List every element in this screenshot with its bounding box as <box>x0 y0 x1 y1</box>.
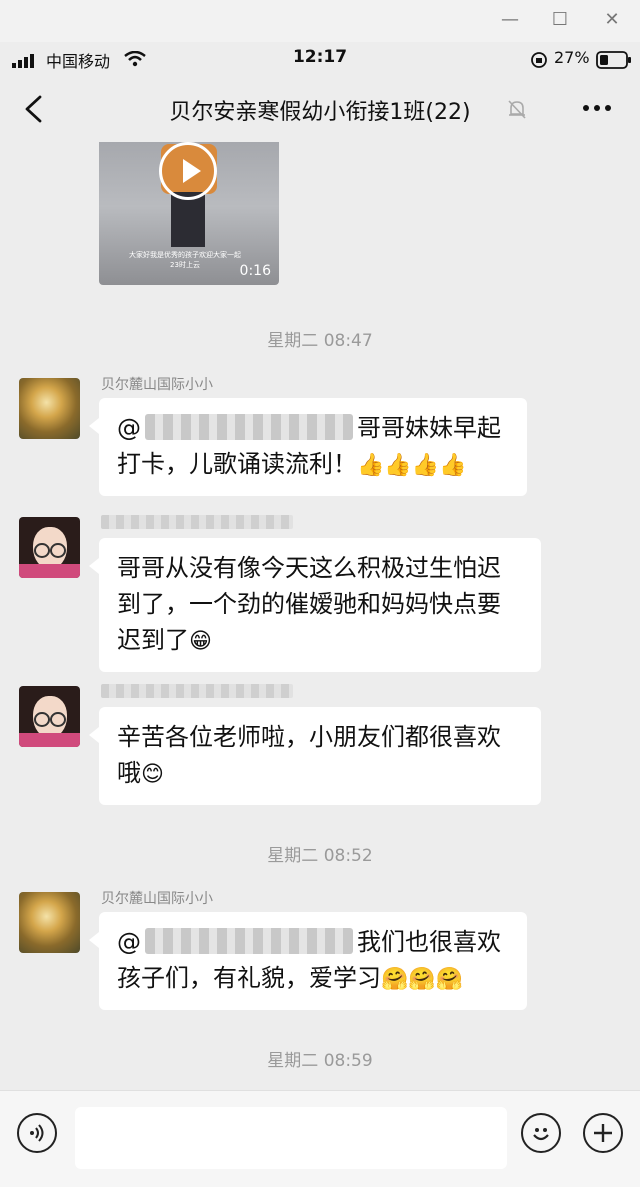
message-input[interactable] <box>75 1107 507 1169</box>
redacted-mention <box>145 928 353 954</box>
voice-icon <box>30 1124 44 1142</box>
maximize-button[interactable]: ☐ <box>546 8 574 32</box>
message-text: 孩子们，有礼貌，爱学习 <box>117 964 381 992</box>
message-text: 辛苦各位老师啦，小朋友们都很喜欢 <box>117 723 501 751</box>
message-text: 迟到了 <box>117 626 189 654</box>
hug-emoji-icon: 🤗🤗🤗 <box>381 967 464 992</box>
avatar[interactable] <box>19 686 80 747</box>
message-text: 到了，一个劲的催嫒驰和妈妈快点要 <box>117 590 501 618</box>
timestamp: 星期二 08:52 <box>267 846 373 866</box>
video-frame-figure-legs <box>171 192 205 247</box>
message-bubble[interactable]: @ 我们也很喜欢 孩子们，有礼貌，爱学习🤗🤗🤗 <box>89 912 527 1010</box>
play-icon[interactable] <box>159 142 217 200</box>
emoji-icon <box>533 1128 549 1141</box>
plus-icon <box>594 1124 612 1142</box>
bell-off-icon <box>508 100 526 119</box>
smile-emoji-icon: 😊 <box>141 762 164 787</box>
message-input-bar <box>0 1090 640 1187</box>
group-title: 贝尔安亲寒假幼小衔接1班(22) <box>169 100 471 125</box>
video-message[interactable]: 大家好我是优秀的孩子欢迎大家一起 23时上云 0:16 <box>99 142 279 285</box>
message-text: 哦 <box>117 759 141 787</box>
more-icon[interactable] <box>582 104 612 112</box>
timestamp: 星期二 08:59 <box>267 1051 373 1071</box>
thumbs-up-emoji-icon: 👍👍👍👍 <box>357 453 467 478</box>
grin-emoji-icon: 😁 <box>189 629 212 654</box>
timestamp: 星期二 08:47 <box>267 331 373 351</box>
message-text: 打卡，儿歌诵读流利！ <box>117 450 357 478</box>
redacted-mention <box>145 414 353 440</box>
back-chevron-icon[interactable] <box>22 95 44 123</box>
mention-prefix: @ <box>117 928 141 956</box>
minimize-button[interactable]: — <box>496 8 524 32</box>
message-bubble[interactable]: @ 哥哥妹妹早起 打卡，儿歌诵读流利！👍👍👍👍 <box>89 398 527 496</box>
video-duration: 0:16 <box>239 263 271 279</box>
chat-message-list[interactable]: 大家好我是优秀的孩子欢迎大家一起 23时上云 0:16 星期二 08:47 贝尔… <box>0 142 640 1090</box>
redacted-sender-name <box>101 684 293 698</box>
redacted-sender-name <box>101 515 293 529</box>
voice-input-button[interactable] <box>17 1113 57 1153</box>
video-caption: 大家好我是优秀的孩子欢迎大家一起 23时上云 <box>129 251 241 269</box>
status-bar: 中国移动 12:17 27% <box>0 42 640 76</box>
sender-name: 贝尔麓山国际小小 <box>101 377 213 393</box>
window-title-bar: — ☐ ✕ <box>0 0 640 42</box>
chat-header: 贝尔安亲寒假幼小衔接1班(22) <box>0 76 640 142</box>
battery-percent: 27% <box>554 48 590 67</box>
message-text: 哥哥妹妹早起 <box>357 414 501 442</box>
message-text: 我们也很喜欢 <box>357 928 501 956</box>
battery-icon <box>596 51 631 69</box>
orientation-lock-icon <box>531 52 547 68</box>
sender-name: 贝尔麓山国际小小 <box>101 891 213 907</box>
avatar[interactable] <box>19 517 80 578</box>
more-functions-button[interactable] <box>583 1113 623 1153</box>
message-bubble[interactable]: 哥哥从没有像今天这么积极过生怕迟 到了，一个劲的催嫒驰和妈妈快点要 迟到了😁 <box>89 538 541 672</box>
emoji-button[interactable] <box>521 1113 561 1153</box>
message-text: 哥哥从没有像今天这么积极过生怕迟 <box>117 554 501 582</box>
message-bubble[interactable]: 辛苦各位老师啦，小朋友们都很喜欢 哦😊 <box>89 707 541 805</box>
avatar[interactable] <box>19 378 80 439</box>
avatar[interactable] <box>19 892 80 953</box>
mention-prefix: @ <box>117 414 141 442</box>
close-button[interactable]: ✕ <box>598 8 626 32</box>
